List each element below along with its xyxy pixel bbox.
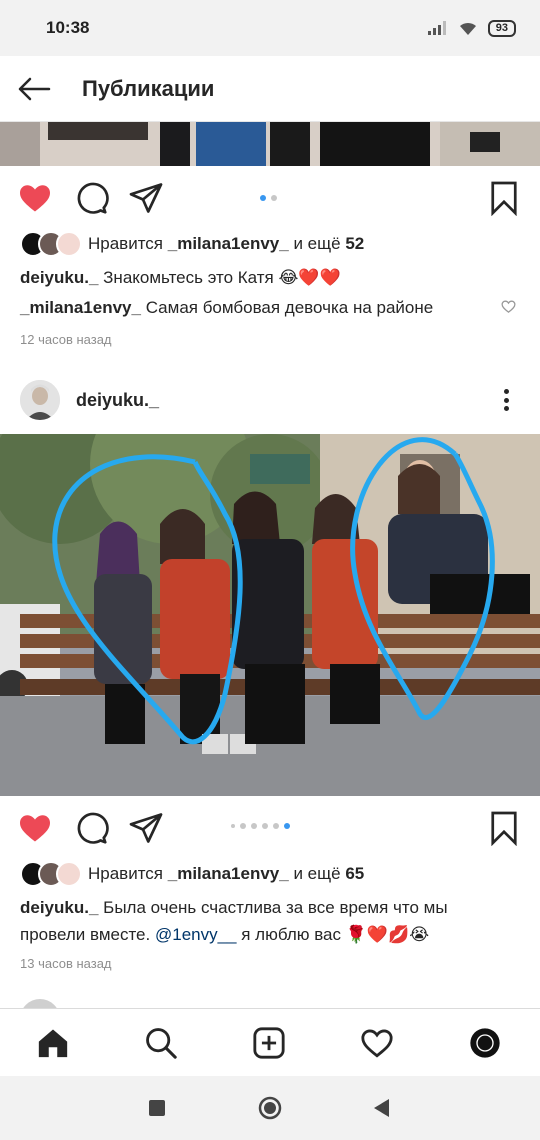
carousel-dot: [251, 823, 257, 829]
more-dot: [503, 397, 509, 403]
heart-outline-icon: [361, 1029, 393, 1058]
add-post-icon: [253, 1027, 285, 1059]
comment-user[interactable]: _milana1envy_: [20, 298, 141, 317]
signal-icon: [427, 21, 446, 35]
carousel-dot: [271, 195, 277, 201]
back-nav-button[interactable]: [370, 1096, 394, 1120]
liker-avatars: [20, 861, 82, 887]
carousel-indicator: [231, 823, 290, 829]
save-button[interactable]: [486, 180, 522, 217]
bottom-tab-bar: [0, 1008, 540, 1076]
like-button[interactable]: [17, 810, 53, 846]
post1-time: 12 часов назад: [20, 332, 112, 347]
likes-user[interactable]: _milanа1envy_: [168, 234, 289, 254]
likes-suffix: и ещё: [293, 864, 341, 883]
tab-search[interactable]: [143, 1025, 179, 1061]
post1-action-row: [0, 166, 540, 230]
back-button[interactable]: [2, 56, 66, 122]
post1-caption: deiyuku._ Знакомьтесь это Катя 😂❤️❤️: [20, 264, 500, 291]
home-icon: [38, 1029, 68, 1058]
comment-button[interactable]: [73, 180, 109, 216]
caption-user[interactable]: deiyuku._: [20, 898, 98, 917]
bookmark-icon: [491, 811, 517, 847]
page-title: Публикации: [82, 75, 215, 101]
carousel-dot: [231, 824, 235, 828]
status-icons: 93: [427, 19, 516, 37]
comment-icon: [77, 182, 109, 214]
caption-mention[interactable]: @1envy__: [155, 925, 237, 944]
carousel-dot: [284, 823, 290, 829]
circle-icon: [258, 1096, 282, 1120]
avatar: [56, 861, 82, 887]
tab-activity[interactable]: [359, 1025, 395, 1061]
more-options-button[interactable]: [498, 386, 514, 414]
square-icon: [149, 1100, 165, 1116]
post1-photo[interactable]: [0, 122, 540, 166]
liker-avatars: [20, 231, 82, 257]
app-header: Публикации: [0, 56, 540, 122]
share-button[interactable]: [128, 180, 164, 216]
heart-filled-icon: [20, 815, 50, 842]
more-dot: [503, 389, 509, 394]
send-icon: [129, 813, 163, 843]
search-icon: [146, 1028, 177, 1059]
comment-like-icon[interactable]: [500, 298, 517, 315]
heart-filled-icon: [20, 185, 50, 212]
post2-header: deiyuku._: [0, 374, 540, 426]
like-button[interactable]: [17, 180, 53, 216]
post2-caption: deiyuku._ Была очень счастлива за все вр…: [20, 894, 510, 948]
status-bar: 10:38 93: [0, 0, 540, 56]
more-dot: [503, 406, 509, 411]
post1-comment: _milana1envy_ Самая бомбовая девочка на …: [20, 294, 500, 321]
avatar: [56, 231, 82, 257]
back-arrow-icon: [18, 77, 51, 100]
triangle-back-icon: [374, 1099, 389, 1117]
carousel-dot: [240, 823, 246, 829]
send-icon: [129, 183, 163, 213]
carousel-indicator: [260, 195, 277, 201]
post2-likes[interactable]: Нравится _milana1envy_ и ещё 65: [20, 861, 364, 887]
comment-text: Самая бомбовая девочка на районе: [145, 298, 434, 317]
recents-button[interactable]: [145, 1096, 169, 1120]
likes-prefix: Нравится: [88, 234, 164, 253]
comment-icon: [77, 812, 109, 844]
post2-photo[interactable]: [0, 434, 540, 796]
likes-suffix: и ещё: [293, 234, 341, 253]
comment-button[interactable]: [73, 810, 109, 846]
carousel-dot: [273, 823, 279, 829]
save-button[interactable]: [486, 810, 522, 847]
battery-indicator: 93: [487, 19, 516, 37]
home-nav-button[interactable]: [258, 1096, 282, 1120]
caption-text: Знакомьтесь это Катя 😂❤️❤️: [103, 268, 341, 287]
post-username[interactable]: deiyuku._: [76, 390, 159, 411]
post2-action-row: [0, 796, 540, 860]
caption-user[interactable]: deiyuku._: [20, 268, 98, 287]
post1-likes[interactable]: Нравится _milanа1envy_ и ещё 52: [20, 231, 364, 257]
wifi-icon: [459, 22, 476, 35]
likes-count: 52: [345, 234, 365, 253]
next-post-peek: [0, 996, 540, 1008]
likes-prefix: Нравится: [88, 864, 164, 883]
share-button[interactable]: [128, 810, 164, 846]
likes-user[interactable]: _milana1envy_: [168, 864, 289, 884]
caption-tail: я люблю вас 🌹❤️💋😭: [241, 925, 430, 944]
tab-profile[interactable]: [467, 1025, 503, 1061]
likes-count: 65: [345, 864, 365, 883]
carousel-dot: [260, 195, 266, 201]
profile-avatar-icon: [470, 1028, 500, 1058]
avatar[interactable]: [20, 380, 60, 420]
tab-new-post[interactable]: [251, 1025, 287, 1061]
bookmark-icon: [491, 181, 517, 217]
tab-home[interactable]: [35, 1025, 71, 1061]
carousel-dot: [262, 823, 268, 829]
status-time: 10:38: [46, 18, 90, 37]
post2-time: 13 часов назад: [20, 956, 112, 971]
system-nav-bar: [0, 1076, 540, 1140]
